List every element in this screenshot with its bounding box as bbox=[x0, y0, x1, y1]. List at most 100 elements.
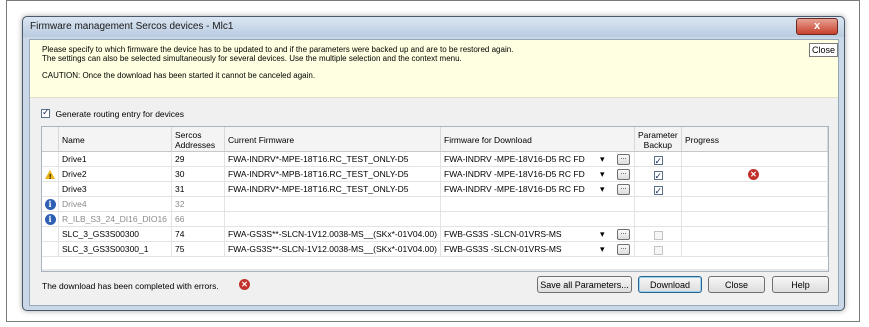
download-firmware-value[interactable]: FWB-GS3S -SLCN-01VRS-MS bbox=[444, 244, 562, 254]
browse-firmware-button[interactable]: ... bbox=[617, 184, 630, 195]
caution-text: CAUTION: Once the download has been star… bbox=[42, 71, 316, 80]
browse-firmware-button[interactable]: ... bbox=[617, 169, 630, 180]
routing-checkbox[interactable] bbox=[41, 107, 50, 119]
header-sercos[interactable]: Sercos Addresses bbox=[172, 127, 225, 151]
parameter-backup-checkbox bbox=[653, 246, 663, 256]
table-row[interactable]: i R_ILB_S3_24_DI16_DIO16 66 bbox=[42, 212, 828, 227]
download-firmware-cell[interactable]: FWB-GS3S -SLCN-01VRS-MS ▾... bbox=[441, 242, 635, 256]
table-row[interactable]: i Drive4 32 bbox=[42, 197, 828, 212]
sercos-address: 74 bbox=[172, 227, 225, 241]
row-status-cell: i bbox=[42, 197, 59, 211]
dialog-client-area: Please specify to which firmware the dev… bbox=[29, 39, 839, 306]
download-firmware-cell[interactable]: FWA-INDRV -MPE-18V16-D5 RC FD ▾... bbox=[441, 167, 635, 181]
save-all-parameters-button[interactable]: Save all Parameters... bbox=[537, 276, 632, 293]
status-text: The download has been completed with err… bbox=[42, 281, 219, 291]
help-button[interactable]: Help bbox=[772, 276, 829, 293]
device-name: Drive2 bbox=[59, 167, 172, 181]
download-firmware-cell[interactable]: FWB-GS3S -SLCN-01VRS-MS ▾... bbox=[441, 227, 635, 241]
dropdown-arrow-icon[interactable]: ▾ bbox=[600, 152, 605, 166]
row-status-cell bbox=[42, 242, 59, 256]
download-firmware-value[interactable]: FWA-INDRV -MPE-18V16-D5 RC FD bbox=[444, 184, 585, 194]
progress-cell bbox=[682, 212, 828, 226]
backup-cell[interactable] bbox=[635, 167, 682, 181]
download-firmware-cell[interactable]: FWA-INDRV -MPE-18V16-D5 RC FD ▾... bbox=[441, 152, 635, 166]
row-status-cell bbox=[42, 167, 59, 181]
download-firmware-value[interactable]: FWA-INDRV -MPE-18V16-D5 RC FD bbox=[444, 154, 585, 164]
window-title: Firmware management Sercos devices - Mlc… bbox=[30, 21, 234, 32]
browse-firmware-button[interactable]: ... bbox=[617, 229, 630, 240]
download-firmware-cell[interactable] bbox=[441, 197, 635, 211]
row-status-cell bbox=[42, 227, 59, 241]
table-row[interactable]: Drive230FWA-INDRV*-MPB-18T16.RC_TEST_ONL… bbox=[42, 167, 828, 182]
header-backup[interactable]: Parameter Backup bbox=[635, 127, 682, 151]
device-name: Drive1 bbox=[59, 152, 172, 166]
backup-cell[interactable] bbox=[635, 152, 682, 166]
header-current-firmware[interactable]: Current Firmware bbox=[225, 127, 441, 151]
download-firmware-value[interactable]: FWB-GS3S -SLCN-01VRS-MS bbox=[444, 229, 562, 239]
current-firmware bbox=[225, 197, 441, 211]
current-firmware: FWA-INDRV*-MPE-18T16.RC_TEST_ONLY-D5 bbox=[225, 152, 441, 166]
status-error-icon: ✕ bbox=[239, 279, 250, 290]
current-firmware: FWA-GS3S**-SLCN-1V12.0038-MS__(SKx*-01V0… bbox=[225, 227, 441, 241]
progress-cell bbox=[682, 152, 828, 166]
table-row[interactable]: SLC_3_GS3S00300 74 FWA-GS3S**-SLCN-1V12.00… bbox=[42, 227, 828, 242]
parameter-backup-checkbox[interactable] bbox=[653, 169, 663, 181]
current-firmware bbox=[225, 212, 441, 226]
header-download-firmware[interactable]: Firmware for Download bbox=[441, 127, 635, 151]
parameter-backup-checkbox[interactable] bbox=[653, 184, 663, 196]
dropdown-arrow-icon[interactable]: ▾ bbox=[600, 242, 605, 256]
sercos-address: 31 bbox=[172, 182, 225, 196]
header-icon-col bbox=[42, 127, 59, 151]
table-row[interactable]: Drive3 31 FWA-INDRV*-MPE-18T16.RC_TEST_ONL… bbox=[42, 182, 828, 197]
current-firmware: FWA-INDRV*-MPE-18T16.RC_TEST_ONLY-D5 bbox=[225, 182, 441, 196]
backup-cell[interactable] bbox=[635, 182, 682, 196]
info-line-2: The settings can also be selected simult… bbox=[42, 54, 462, 63]
device-name: SLC_3_GS3S00300_1 bbox=[59, 242, 172, 256]
dropdown-arrow-icon[interactable]: ▾ bbox=[600, 167, 605, 181]
window-close-button[interactable]: x bbox=[796, 18, 838, 35]
table-header: Name Sercos Addresses Current Firmware Fi… bbox=[42, 127, 828, 152]
title-bar: Firmware management Sercos devices - Mlc… bbox=[23, 17, 844, 37]
dropdown-arrow-icon[interactable]: ▾ bbox=[600, 182, 605, 196]
info-panel: Please specify to which firmware the dev… bbox=[30, 40, 838, 98]
progress-cell bbox=[682, 242, 828, 256]
header-sercos-line1: Sercos bbox=[175, 130, 202, 140]
info-icon: i bbox=[44, 199, 56, 210]
device-table: Name Sercos Addresses Current Firmware Fi… bbox=[41, 126, 829, 272]
routing-option[interactable]: Generate routing entry for devices bbox=[41, 107, 185, 120]
download-firmware-cell[interactable]: FWA-INDRV -MPE-18V16-D5 RC FD ▾... bbox=[441, 182, 635, 196]
header-name[interactable]: Name bbox=[59, 127, 172, 151]
dropdown-arrow-icon[interactable]: ▾ bbox=[600, 227, 605, 241]
sercos-address: 32 bbox=[172, 197, 225, 211]
download-button[interactable]: Download bbox=[638, 276, 702, 293]
browse-firmware-button[interactable]: ... bbox=[617, 154, 630, 165]
horizontal-scrollbar[interactable] bbox=[42, 269, 828, 271]
backup-cell bbox=[635, 212, 682, 226]
backup-cell[interactable] bbox=[635, 227, 682, 241]
header-progress[interactable]: Progress bbox=[682, 127, 828, 151]
table-row[interactable]: Drive1 29 FWA-INDRV*-MPE-18T16.RC_TEST_ONL… bbox=[42, 152, 828, 167]
current-firmware: FWA-INDRV*-MPB-18T16.RC_TEST_ONLY-D5 bbox=[225, 167, 441, 181]
browse-firmware-button[interactable]: ... bbox=[617, 244, 630, 255]
progress-cell bbox=[682, 227, 828, 241]
routing-checkbox-label: Generate routing entry for devices bbox=[55, 108, 185, 119]
error-icon: ✕ bbox=[748, 169, 759, 180]
device-name: Drive3 bbox=[59, 182, 172, 196]
header-sercos-line2: Addresses bbox=[175, 140, 216, 150]
download-firmware-value[interactable]: FWA-INDRV -MPE-18V16-D5 RC FD bbox=[444, 169, 585, 179]
sercos-address: 66 bbox=[172, 212, 225, 226]
header-backup-line2: Backup bbox=[643, 140, 673, 150]
parameter-backup-checkbox bbox=[653, 231, 663, 241]
table-row[interactable]: SLC_3_GS3S00300_1 75 FWA-GS3S**-SLCN-1V12.… bbox=[42, 242, 828, 257]
device-name: Drive4 bbox=[59, 197, 172, 211]
progress-cell: ✕ bbox=[682, 167, 828, 181]
download-firmware-cell[interactable] bbox=[441, 212, 635, 226]
backup-cell[interactable] bbox=[635, 242, 682, 256]
close-button[interactable]: Close bbox=[708, 276, 765, 293]
sercos-address: 29 bbox=[172, 152, 225, 166]
row-status-cell: i bbox=[42, 212, 59, 226]
parameter-backup-checkbox[interactable] bbox=[653, 154, 663, 166]
device-name: R_ILB_S3_24_DI16_DIO16 bbox=[59, 212, 172, 226]
sercos-address: 30 bbox=[172, 167, 225, 181]
close-tooltip: Close bbox=[808, 43, 838, 57]
